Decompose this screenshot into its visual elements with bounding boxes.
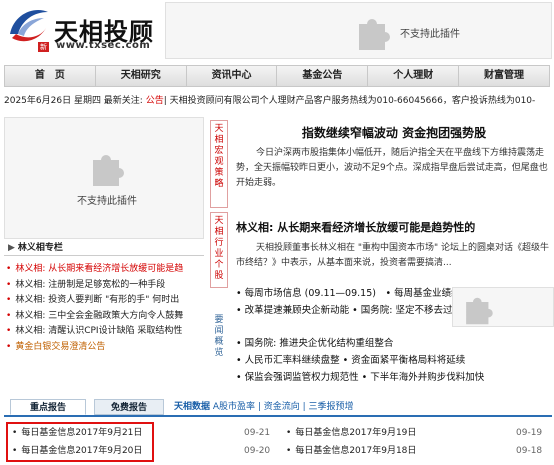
column-link[interactable]: 林义相: 清醒认识CPI设计缺陷 采取结构性 [15, 326, 182, 336]
column-link[interactable]: 林义相: 注册制是足够宽松的一种手段 [15, 280, 165, 290]
tag-char: 业 [214, 249, 224, 259]
report-item[interactable]: • 每日基金信息2017年9月19日 [286, 424, 416, 442]
tab-key-reports[interactable]: 重点报告 [10, 399, 86, 415]
tag-char: 行 [214, 238, 224, 248]
tag-industry-stocks[interactable]: 天相行业个股 [210, 212, 228, 288]
puzzle-plugin-icon [466, 297, 493, 325]
tag-char: 天 [214, 124, 224, 134]
bullet-icon: • [6, 326, 12, 336]
tabs-divider [4, 415, 552, 417]
report-date: 09-19 [516, 428, 543, 438]
report-date: 09-20 [244, 446, 271, 456]
report-title: 每日基金信息2017年9月18日 [295, 446, 417, 456]
date-notice-bar: 2025年6月26日 星期四 最新关注: 公告| 天相投资顾问有限公司个人理财产… [4, 93, 552, 109]
report-item[interactable]: • 每日基金信息2017年9月18日 [286, 442, 416, 460]
plugin-placeholder-mid [452, 287, 554, 327]
headline-summary: 今日沪深两市股指集体小幅低开，随后沪指全天在平盘线下方维持震荡走势，全天振幅较昨… [236, 148, 548, 188]
bullet-icon: • [286, 446, 292, 456]
logo-url: www.txsec.com [56, 40, 151, 51]
tag-char: 天 [214, 216, 224, 226]
tag-char: 宏 [214, 146, 224, 156]
nav-research[interactable]: 天相研究 [96, 66, 187, 86]
puzzle-plugin-icon [93, 155, 124, 186]
notice-link[interactable]: 公告 [146, 96, 164, 106]
plugin-unsupported-text: 不支持此插件 [77, 196, 137, 207]
news-line[interactable]: • 保监会强调监管权力规范性 • 下半年海外并购步伐料加快 [236, 369, 552, 383]
column-list: • 林义相: 从长期来看经济增长放缓可能是趋 • 林义相: 注册制是足够宽松的一种手… [4, 262, 204, 355]
sub-headline[interactable]: 林义相: 从长期来看经济增长放缓可能是趋势性的 [236, 219, 552, 235]
column-title: ▶ 林义相专栏 [4, 240, 204, 256]
column-link[interactable]: 林义相: 从长期来看经济增长放缓可能是趋 [15, 264, 183, 274]
nav-fund-announcement[interactable]: 基金公告 [277, 66, 369, 86]
list-item: • 黄金白银交易澄清公告 [4, 340, 204, 356]
report-title: 每日基金信息2017年9月19日 [295, 428, 417, 438]
list-item: • 林义相: 三中全会金融政策大方向令人鼓舞 [4, 309, 204, 325]
notice-text: | 天相投资顾问有限公司个人理财产品客户服务热线为010-66045666，客户… [163, 96, 536, 106]
tag-char: 个 [214, 260, 224, 270]
tag-char: 略 [214, 179, 224, 189]
highlight-box [6, 422, 154, 462]
report-tabs: 重点报告 免费报告 天相数据 A股市盈率 | 资金流向 | 三季报预增 [4, 399, 552, 415]
logo-badge: 新 [38, 42, 49, 52]
arrow-icon: ▶ [8, 243, 15, 253]
headline[interactable]: 指数继续窄幅波动 资金抱团强势股 [236, 124, 552, 141]
news-line[interactable]: • 国务院: 推进央企优化结构重组整合 [236, 335, 552, 349]
tag-char: 闻 [214, 326, 224, 336]
column-link[interactable]: 林义相: 三中全会金融政策大方向令人鼓舞 [15, 311, 183, 321]
bullet-icon: • [286, 428, 292, 438]
column-link[interactable]: 黄金白银交易澄清公告 [15, 342, 105, 352]
plugin-unsupported-text: 不支持此插件 [400, 29, 460, 40]
date-text: 2025年6月26日 星期四 最新关注: [4, 96, 146, 106]
tag-char: 策 [214, 168, 224, 178]
tag-char: 览 [214, 348, 224, 358]
main-nav: 首 页 天相研究 资讯中心 基金公告 个人理财 财富管理 [4, 65, 550, 87]
bullet-icon: • [6, 279, 12, 290]
data-link-list[interactable]: A股市盈率 | 资金流向 | 三季报预增 [213, 402, 354, 412]
report-date: 09-18 [516, 446, 543, 456]
sub-headline-summary: 天相投顾董事长林义相在 "重构中国资本市场" 论坛上的圆桌对话《超级牛市终结？》… [236, 243, 550, 268]
puzzle-plugin-icon [359, 19, 390, 50]
column-title-text: 林义相专栏 [17, 243, 63, 253]
tag-char: 观 [214, 157, 224, 167]
data-links: 天相数据 A股市盈率 | 资金流向 | 三季报预增 [174, 399, 354, 415]
tag-macro-strategy[interactable]: 天相宏观策略 [210, 120, 228, 208]
list-item: • 林义相: 从长期来看经济增长放缓可能是趋 [4, 262, 204, 278]
bullet-icon: • [6, 310, 12, 321]
tag-char: 要 [214, 315, 224, 325]
lin-yixiang-column: ▶ 林义相专栏 • 林义相: 从长期来看经济增长放缓可能是趋 • 林义相: 注册制是足… [4, 240, 204, 370]
nav-personal-finance[interactable]: 个人理财 [368, 66, 460, 86]
tag-char: 相 [214, 135, 224, 145]
nav-wealth-management[interactable]: 财富管理 [459, 66, 549, 86]
header: 天相投顾 新 www.txsec.com 不支持此插件 [0, 0, 554, 62]
list-item: • 林义相: 清醒认识CPI设计缺陷 采取结构性 [4, 324, 204, 340]
tab-free-reports[interactable]: 免费报告 [94, 399, 164, 415]
list-item: • 林义相: 注册制是足够宽松的一种手段 [4, 278, 204, 294]
plugin-placeholder-left: 不支持此插件 [4, 117, 204, 239]
report-date: 09-21 [244, 428, 271, 438]
tag-news-overview[interactable]: 要闻概览 [210, 312, 228, 364]
bullet-icon: • [6, 264, 12, 274]
tag-char: 相 [214, 227, 224, 237]
news-line[interactable]: • 人民币汇率料继续盘整 • 资金面紧平衡格局料将延续 [236, 352, 552, 366]
tag-char: 股 [214, 271, 224, 281]
bullet-icon: • [6, 341, 12, 352]
site-logo[interactable]: 天相投顾 新 www.txsec.com [4, 4, 164, 54]
column-link[interactable]: 林义相: 投资人要判断 "有形的手" 何时出 [15, 295, 179, 305]
list-item: • 林义相: 投资人要判断 "有形的手" 何时出 [4, 293, 204, 309]
nav-news-center[interactable]: 资讯中心 [187, 66, 278, 86]
data-title[interactable]: 天相数据 [174, 402, 210, 412]
nav-home[interactable]: 首 页 [5, 66, 96, 86]
plugin-placeholder-top: 不支持此插件 [165, 2, 552, 59]
bullet-icon: • [6, 295, 12, 305]
tag-char: 概 [214, 337, 224, 347]
